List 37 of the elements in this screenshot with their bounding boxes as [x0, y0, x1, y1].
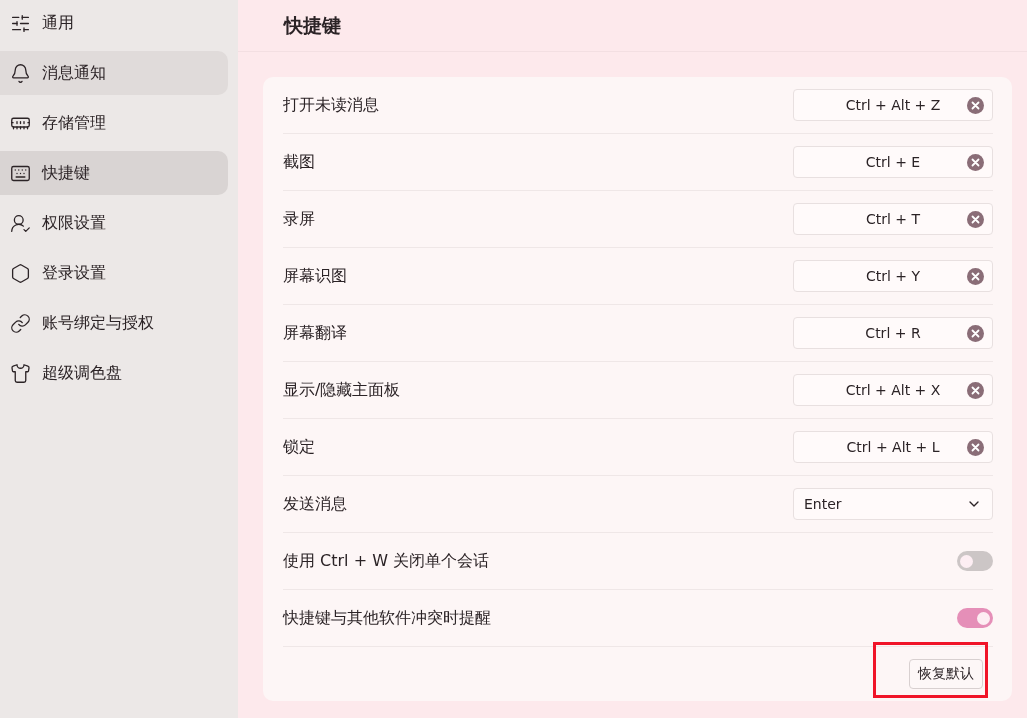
- shortcut-field[interactable]: Ctrl + T: [793, 203, 993, 235]
- setting-label: 锁定: [283, 436, 315, 458]
- setting-label: 打开未读消息: [283, 94, 379, 116]
- setting-label: 屏幕识图: [283, 265, 347, 287]
- bell-icon: [10, 62, 31, 84]
- clear-icon[interactable]: [967, 325, 984, 342]
- setting-label: 显示/隐藏主面板: [283, 379, 401, 401]
- toggle-switch[interactable]: [957, 608, 993, 628]
- clear-icon[interactable]: [967, 97, 984, 114]
- clear-icon[interactable]: [967, 268, 984, 285]
- clear-icon[interactable]: [967, 154, 984, 171]
- shortcut-field[interactable]: Ctrl + Y: [793, 260, 993, 292]
- toggle-switch[interactable]: [957, 551, 993, 571]
- setting-label: 屏幕翻译: [283, 322, 347, 344]
- clear-icon[interactable]: [967, 382, 984, 399]
- send-key-select[interactable]: Enter: [793, 488, 993, 520]
- clear-icon[interactable]: [967, 211, 984, 228]
- clear-icon[interactable]: [967, 439, 984, 456]
- user-check-icon: [10, 212, 31, 234]
- setting-label: 使用 Ctrl + W 关闭单个会话: [283, 550, 490, 572]
- shortcut-field[interactable]: Ctrl + R: [793, 317, 993, 349]
- page-title: 快捷键: [284, 12, 341, 38]
- shortcut-field[interactable]: Ctrl + E: [793, 146, 993, 178]
- setting-label: 截图: [283, 151, 315, 173]
- sidebar-item[interactable]: 消息通知: [0, 51, 228, 95]
- setting-label: 快捷键与其他软件冲突时提醒: [283, 607, 491, 629]
- shortcut-field[interactable]: Ctrl + Alt + Z: [793, 89, 993, 121]
- sliders-icon: [10, 12, 31, 34]
- link-icon: [10, 312, 31, 334]
- setting-label: 发送消息: [283, 493, 347, 515]
- hexagon-icon: [10, 262, 31, 284]
- setting-label: 录屏: [283, 208, 315, 230]
- sidebar-item[interactable]: 快捷键: [0, 151, 228, 195]
- shortcut-field[interactable]: Ctrl + Alt + L: [793, 431, 993, 463]
- shirt-icon: [10, 362, 31, 384]
- shortcut-field[interactable]: Ctrl + Alt + X: [793, 374, 993, 406]
- restore-defaults-button[interactable]: 恢复默认: [909, 659, 983, 689]
